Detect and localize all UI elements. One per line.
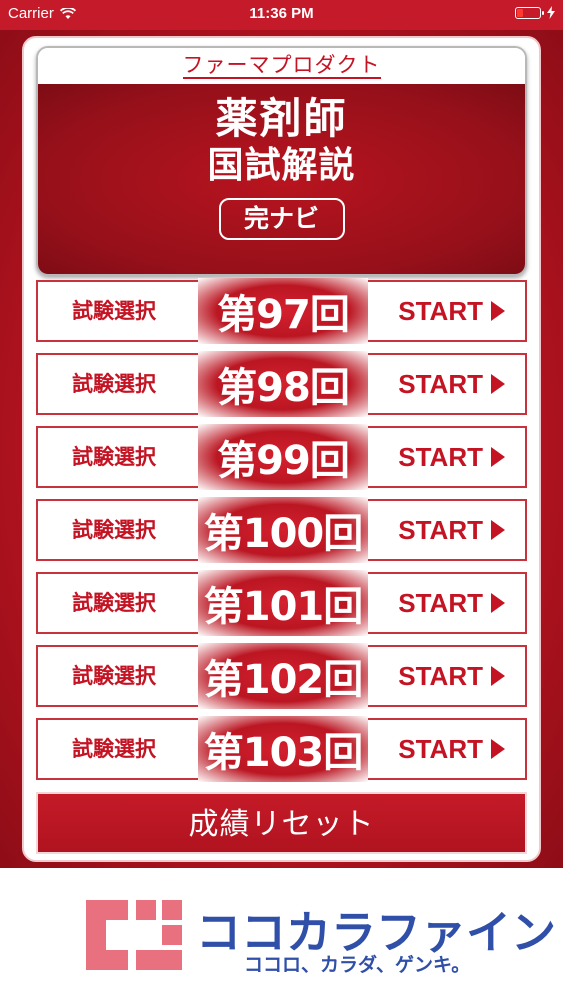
start-label: START — [398, 368, 483, 399]
start-button[interactable]: START — [398, 647, 505, 705]
play-arrow-icon — [491, 739, 505, 759]
exam-select-label: 試験選択 — [72, 299, 156, 323]
start-label: START — [398, 441, 483, 472]
brand-name: ファーマプロダクト — [182, 53, 381, 79]
play-arrow-icon — [491, 593, 505, 613]
battery-icon — [515, 6, 544, 19]
exam-number: 第103回 — [198, 716, 368, 782]
exam-select-label: 試験選択 — [72, 518, 156, 542]
exam-row-98[interactable]: 試験選択 第98回 START — [36, 351, 527, 417]
start-button[interactable]: START — [398, 282, 505, 340]
start-label: START — [398, 295, 483, 326]
exam-select-label: 試験選択 — [72, 591, 156, 615]
exam-select-label: 試験選択 — [72, 372, 156, 396]
start-button[interactable]: START — [398, 574, 505, 632]
exam-number: 第99回 — [198, 424, 368, 490]
start-button[interactable]: START — [398, 501, 505, 559]
footer-banner[interactable]: ココカラファイン ココロ、カラダ、ゲンキ。 — [0, 868, 563, 1000]
start-button[interactable]: START — [398, 720, 505, 778]
start-label: START — [398, 660, 483, 691]
status-bar: Carrier 11:36 PM — [0, 0, 563, 30]
exam-select-label: 試験選択 — [72, 664, 156, 688]
exam-row-101[interactable]: 試験選択 第101回 START — [36, 570, 527, 636]
reset-scores-button[interactable]: 成績リセット — [36, 792, 527, 854]
exam-row-97[interactable]: 試験選択 第97回 START — [36, 278, 527, 344]
exam-list: 試験選択 第97回 START 試験選択 第98回 START 試験選択 第99… — [36, 278, 527, 791]
app-header: ファーマプロダクト 薬剤師 国試解説 完ナビ — [36, 46, 527, 276]
status-time: 11:36 PM — [249, 5, 314, 22]
exam-row-103[interactable]: 試験選択 第103回 START — [36, 716, 527, 782]
play-arrow-icon — [491, 374, 505, 394]
start-label: START — [398, 514, 483, 545]
start-button[interactable]: START — [398, 428, 505, 486]
exam-row-99[interactable]: 試験選択 第99回 START — [36, 424, 527, 490]
title-block: 薬剤師 国試解説 完ナビ — [38, 84, 525, 274]
exam-number: 第100回 — [198, 497, 368, 563]
start-label: START — [398, 587, 483, 618]
menu-panel: ファーマプロダクト 薬剤師 国試解説 完ナビ 試験選択 第97回 START 試… — [22, 36, 541, 862]
exam-row-102[interactable]: 試験選択 第102回 START — [36, 643, 527, 709]
play-arrow-icon — [491, 520, 505, 540]
status-right — [515, 6, 555, 19]
exam-select-label: 試験選択 — [72, 737, 156, 761]
exam-number: 第102回 — [198, 643, 368, 709]
app-title-line1: 薬剤師 — [215, 94, 348, 143]
exam-number: 第97回 — [198, 278, 368, 344]
exam-select-label: 試験選択 — [72, 445, 156, 469]
exam-number: 第98回 — [198, 351, 368, 417]
start-label: START — [398, 733, 483, 764]
cocokara-logo-icon — [86, 900, 182, 970]
app-title-line2: 国試解説 — [207, 145, 356, 186]
start-button[interactable]: START — [398, 355, 505, 413]
brand-strip: ファーマプロダクト — [38, 48, 525, 84]
logo-tagline: ココロ、カラダ、ゲンキ。 — [244, 954, 471, 976]
play-arrow-icon — [491, 447, 505, 467]
app-badge: 完ナビ — [218, 198, 345, 240]
main-area: ファーマプロダクト 薬剤師 国試解説 完ナビ 試験選択 第97回 START 試… — [0, 30, 563, 868]
play-arrow-icon — [491, 301, 505, 321]
play-arrow-icon — [491, 666, 505, 686]
charging-bolt-icon — [547, 6, 555, 19]
exam-row-100[interactable]: 試験選択 第100回 START — [36, 497, 527, 563]
exam-number: 第101回 — [198, 570, 368, 636]
